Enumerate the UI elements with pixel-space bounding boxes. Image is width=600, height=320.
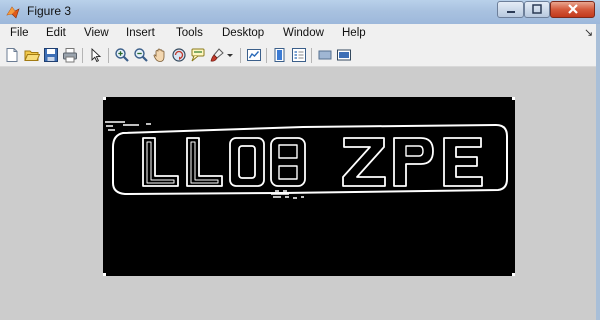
menu-overflow-icon[interactable]: ↘ xyxy=(584,26,593,39)
edit-plot-arrow-icon[interactable] xyxy=(88,47,104,63)
zoom-in-icon[interactable] xyxy=(114,47,130,63)
menu-bar: File Edit View Insert Tools Desktop Wind… xyxy=(0,24,600,44)
menu-window[interactable]: Window xyxy=(283,27,324,39)
window-title: Figure 3 xyxy=(27,4,72,18)
figure-toolbar xyxy=(0,44,600,67)
matlab-logo-icon xyxy=(6,6,20,19)
menu-tools[interactable]: Tools xyxy=(176,27,203,39)
menu-desktop[interactable]: Desktop xyxy=(222,27,264,39)
link-plot-icon[interactable] xyxy=(246,47,262,63)
maximize-button[interactable] xyxy=(524,1,550,18)
toolbar-separator xyxy=(266,48,267,63)
close-icon xyxy=(567,4,578,14)
toolbar-separator xyxy=(82,48,83,63)
show-plot-tools-icon[interactable] xyxy=(336,47,352,63)
save-icon[interactable] xyxy=(43,47,59,63)
window-frame-right xyxy=(596,24,600,320)
menu-insert[interactable]: Insert xyxy=(126,27,155,39)
menu-help[interactable]: Help xyxy=(342,27,366,39)
data-cursor-icon[interactable] xyxy=(190,47,206,63)
maximize-icon xyxy=(532,4,542,14)
close-button[interactable] xyxy=(550,1,595,18)
menu-edit[interactable]: Edit xyxy=(46,27,66,39)
figure-canvas xyxy=(0,67,596,320)
minimize-button[interactable] xyxy=(497,1,524,18)
menu-file[interactable]: File xyxy=(10,27,29,39)
menu-view[interactable]: View xyxy=(84,27,109,39)
title-bar[interactable]: Figure 3 xyxy=(0,0,600,24)
print-icon[interactable] xyxy=(62,47,78,63)
rotate-3d-icon[interactable] xyxy=(171,47,187,63)
brush-dropdown-icon[interactable] xyxy=(226,47,234,63)
minimize-icon xyxy=(506,11,515,13)
brush-icon[interactable] xyxy=(209,47,225,63)
license-plate-edge-image xyxy=(103,97,515,276)
legend-icon[interactable] xyxy=(291,47,307,63)
zoom-out-icon[interactable] xyxy=(133,47,149,63)
toolbar-separator xyxy=(240,48,241,63)
new-figure-icon[interactable] xyxy=(4,47,20,63)
colorbar-icon[interactable] xyxy=(272,47,288,63)
pan-hand-icon[interactable] xyxy=(152,47,168,63)
toolbar-separator xyxy=(108,48,109,63)
figure-window: Figure 3 File Edit View Insert Tools Des… xyxy=(0,0,600,320)
toolbar-separator xyxy=(311,48,312,63)
open-file-icon[interactable] xyxy=(24,47,40,63)
image-axes[interactable] xyxy=(103,97,515,276)
hide-plot-tools-icon[interactable] xyxy=(317,47,333,63)
